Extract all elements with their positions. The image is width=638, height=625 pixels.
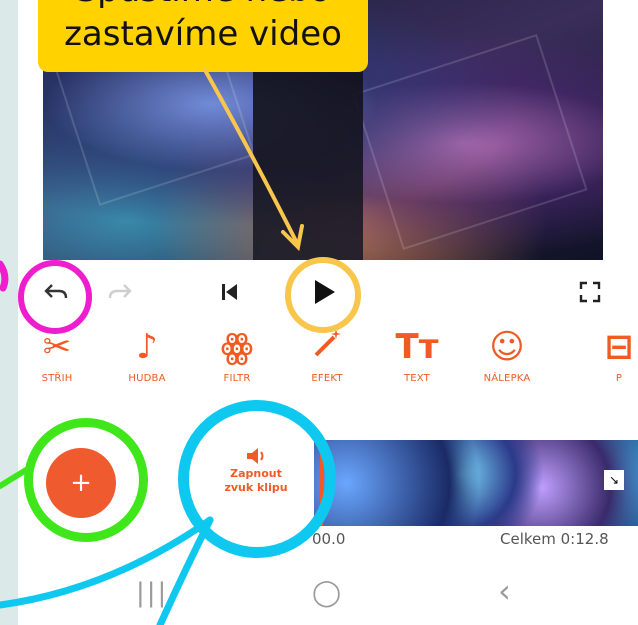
- annotation-overlay: [0, 68, 304, 625]
- magenta-marker: [0, 260, 9, 292]
- green-pointer: [0, 467, 29, 489]
- yellow-arrow: [203, 68, 300, 247]
